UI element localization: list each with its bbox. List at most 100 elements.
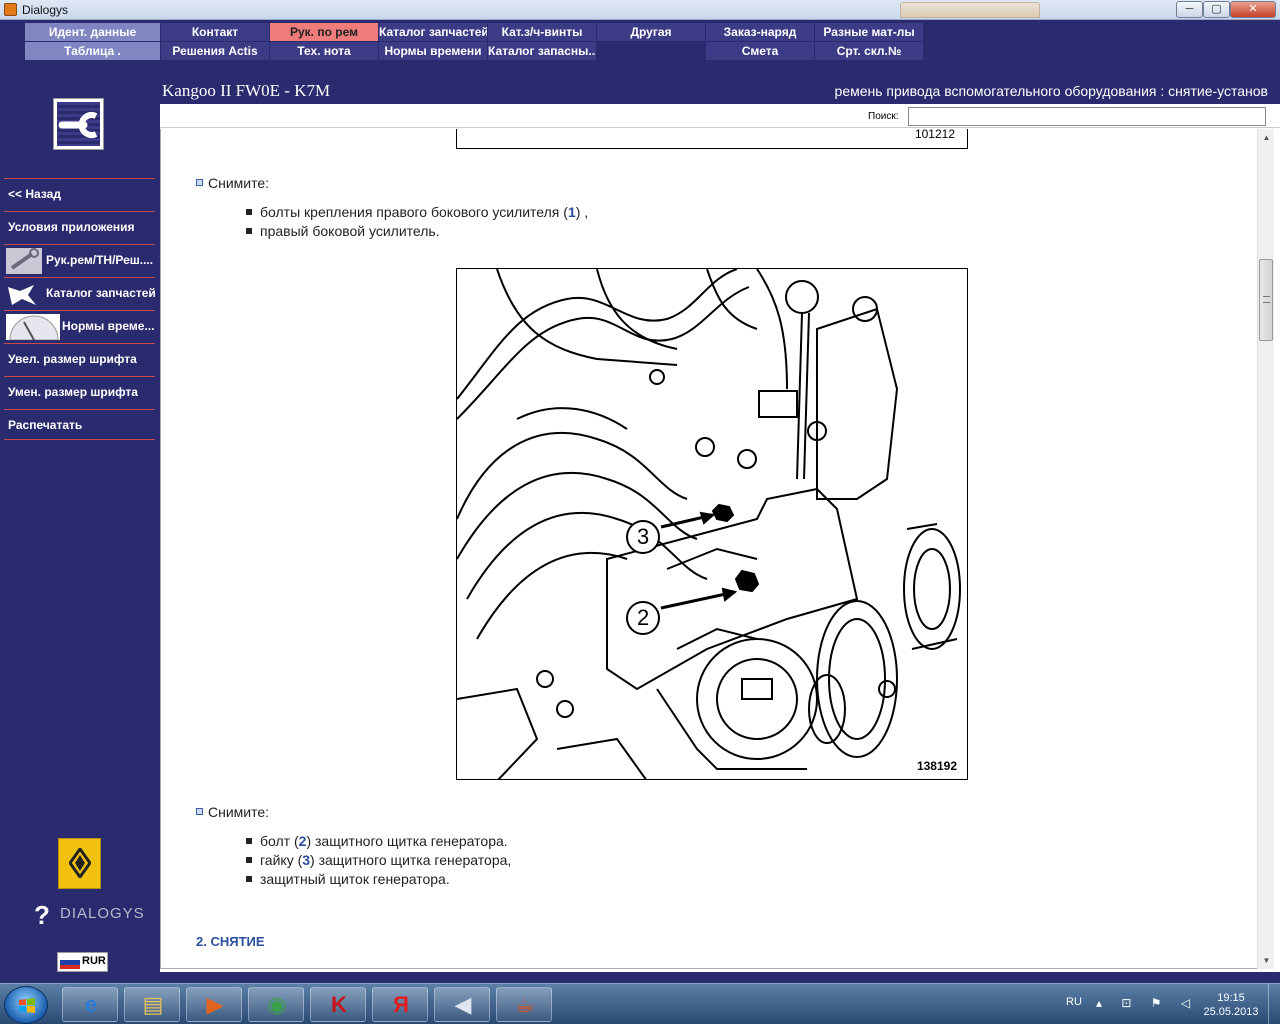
- content-area: Поиск: 101212 Снимите: болты крепления п…: [160, 104, 1280, 972]
- start-button[interactable]: [4, 986, 48, 1024]
- document-title: ремень привода вспомогательного оборудов…: [834, 83, 1268, 99]
- sidebar-item-label: Нормы време...: [62, 319, 155, 333]
- search-input[interactable]: [908, 107, 1266, 126]
- clock[interactable]: 19:15 25.05.2013: [1196, 991, 1266, 1019]
- square-bullet-icon: [196, 808, 203, 815]
- list-item: защитный щиток генератора.: [246, 871, 450, 887]
- nav-table[interactable]: Таблица .: [25, 42, 160, 60]
- sidebar-time-standards[interactable]: Нормы време...: [4, 310, 155, 341]
- top-navigation: Идент. данные Контакт Рук. по рем Катало…: [0, 20, 1280, 80]
- engine-figure: 3 2 138192: [456, 268, 968, 780]
- taskbar-app-media-player[interactable]: ▶: [186, 987, 242, 1022]
- nav-misc-materials[interactable]: Разные мат-лы: [815, 23, 923, 41]
- bullet-icon: [246, 857, 252, 863]
- stopwatch-thumb-icon: [6, 314, 60, 341]
- nav-ident-data[interactable]: Идент. данные: [25, 23, 160, 41]
- dialogys-text: DIALOGYS: [60, 905, 145, 922]
- section-heading: 2. СНЯТИЕ: [196, 934, 265, 949]
- nav-spare-catalog[interactable]: Каталог запасны...: [488, 42, 596, 60]
- scroll-up-arrow-icon[interactable]: ▲: [1258, 129, 1275, 146]
- previous-figure-frame: 101212: [456, 129, 968, 149]
- list-item: болт (2) защитного щитка генератора.: [246, 833, 508, 849]
- russia-flag-icon: [60, 956, 80, 969]
- taskbar-app-file-explorer[interactable]: ▤: [124, 987, 180, 1022]
- scroll-thumb[interactable]: [1259, 259, 1273, 341]
- vertical-scrollbar[interactable]: ▲ ▼: [1257, 129, 1274, 969]
- reference-link[interactable]: 3: [302, 852, 310, 868]
- bullet-icon: [246, 876, 252, 882]
- taskbar-app-sound[interactable]: ◀: [434, 987, 490, 1022]
- nav-contact[interactable]: Контакт: [161, 23, 269, 41]
- clock-date: 25.05.2013: [1203, 1006, 1259, 1018]
- nav-repair-manual[interactable]: Рук. по рем: [270, 23, 378, 41]
- chrome-icon: ◉: [267, 992, 287, 1017]
- wrench-logo-icon: [53, 98, 104, 150]
- app-icon: [4, 3, 17, 16]
- taskbar-app-java[interactable]: ☕: [496, 987, 552, 1022]
- step-heading: Снимите:: [196, 804, 269, 820]
- nav-actis-solutions[interactable]: Решения Actis: [161, 42, 269, 60]
- sidebar-print[interactable]: Распечатать: [4, 409, 155, 440]
- file-explorer-icon: ▤: [142, 992, 164, 1017]
- nav-parts-catalog[interactable]: Каталог запчастей: [379, 23, 487, 41]
- step-heading: Снимите:: [196, 175, 269, 191]
- media-player-icon: ▶: [206, 992, 224, 1017]
- sidebar: << Назад Условия приложения Рук.рем/ТН/Р…: [0, 80, 160, 975]
- sidebar-parts-catalog[interactable]: Каталог запчастей: [4, 277, 155, 308]
- nav-parts-screws[interactable]: Кат.з/ч-винты: [488, 23, 596, 41]
- bullet-icon: [246, 228, 252, 234]
- taskbar-app-kaspersky[interactable]: K: [310, 987, 366, 1022]
- yandex-icon: Я: [393, 992, 409, 1017]
- clock-time: 19:15: [1217, 992, 1245, 1004]
- sidebar-conditions[interactable]: Условия приложения: [4, 211, 155, 242]
- vehicle-model: Kangoo II FW0E - K7M: [162, 81, 331, 100]
- sidebar-font-increase[interactable]: Увел. размер шрифта: [4, 343, 155, 374]
- maximize-button[interactable]: ▢: [1203, 1, 1230, 18]
- scroll-down-arrow-icon[interactable]: ▼: [1258, 952, 1275, 969]
- sidebar-repair-manual[interactable]: Рук.рем/ТН/Реш....: [4, 244, 155, 275]
- windows-logo-icon: [19, 998, 35, 1013]
- internet-explorer-icon: e: [84, 992, 98, 1017]
- minimize-button[interactable]: ─: [1176, 1, 1203, 18]
- callout-label: 3: [637, 524, 650, 549]
- titlebar-ghost-tab: [900, 2, 1040, 18]
- nav-tech-note[interactable]: Тех. нота: [270, 42, 378, 60]
- figure-code: 101212: [914, 129, 955, 141]
- show-desktop-button[interactable]: [1268, 984, 1280, 1024]
- bullet-icon: [246, 209, 252, 215]
- currency-badge[interactable]: RUR: [57, 952, 108, 972]
- document-header: Kangoo II FW0E - K7M ремень привода вспо…: [160, 80, 1280, 104]
- taskbar-app-chrome[interactable]: ◉: [248, 987, 304, 1022]
- sidebar-item-label: Рук.рем/ТН/Реш....: [46, 253, 154, 267]
- nav-work-order[interactable]: Заказ-наряд: [706, 23, 814, 41]
- reference-link[interactable]: 1: [568, 204, 576, 220]
- close-button[interactable]: ✕: [1230, 1, 1276, 18]
- nav-other[interactable]: Другая: [597, 23, 705, 41]
- nav-time-standards[interactable]: Нормы времени: [379, 42, 487, 60]
- taskbar: e ▤ ▶ ◉ K Я ◀ ☕ RU ▴ ⊡ ⚑ ◁ 19:15 25.05.2013: [0, 983, 1280, 1024]
- java-icon: ☕: [515, 992, 535, 1017]
- sidebar-item-label: Каталог запчастей: [46, 286, 155, 300]
- document-view: 101212 Снимите: болты крепления правого …: [160, 129, 1257, 969]
- sidebar-back[interactable]: << Назад: [4, 178, 155, 209]
- parts-catalog-thumb-icon: [6, 281, 42, 307]
- callout-label: 2: [637, 605, 650, 630]
- tray-icons[interactable]: ▴ ⊡ ⚑ ◁: [1096, 996, 1198, 1010]
- sidebar-font-decrease[interactable]: Умен. размер шрифта: [4, 376, 155, 407]
- window-titlebar: Dialogys ─ ▢ ✕: [0, 0, 1280, 20]
- search-label: Поиск:: [868, 111, 899, 122]
- sound-icon: ◀: [454, 992, 472, 1017]
- window-title: Dialogys: [22, 3, 69, 17]
- repair-manual-thumb-icon: [6, 248, 42, 274]
- nav-estimate[interactable]: Смета: [706, 42, 814, 60]
- taskbar-app-yandex[interactable]: Я: [372, 987, 428, 1022]
- square-bullet-icon: [196, 179, 203, 186]
- currency-code: RUR: [82, 955, 106, 967]
- search-bar: Поиск:: [160, 104, 1280, 128]
- bullet-icon: [246, 838, 252, 844]
- dialogys-mark-icon: ?: [34, 900, 50, 930]
- taskbar-app-internet-explorer[interactable]: e: [62, 987, 118, 1022]
- nav-warehouse[interactable]: Срт. скл.№: [815, 42, 923, 60]
- kaspersky-icon: K: [331, 992, 347, 1017]
- language-indicator[interactable]: RU: [1066, 996, 1082, 1008]
